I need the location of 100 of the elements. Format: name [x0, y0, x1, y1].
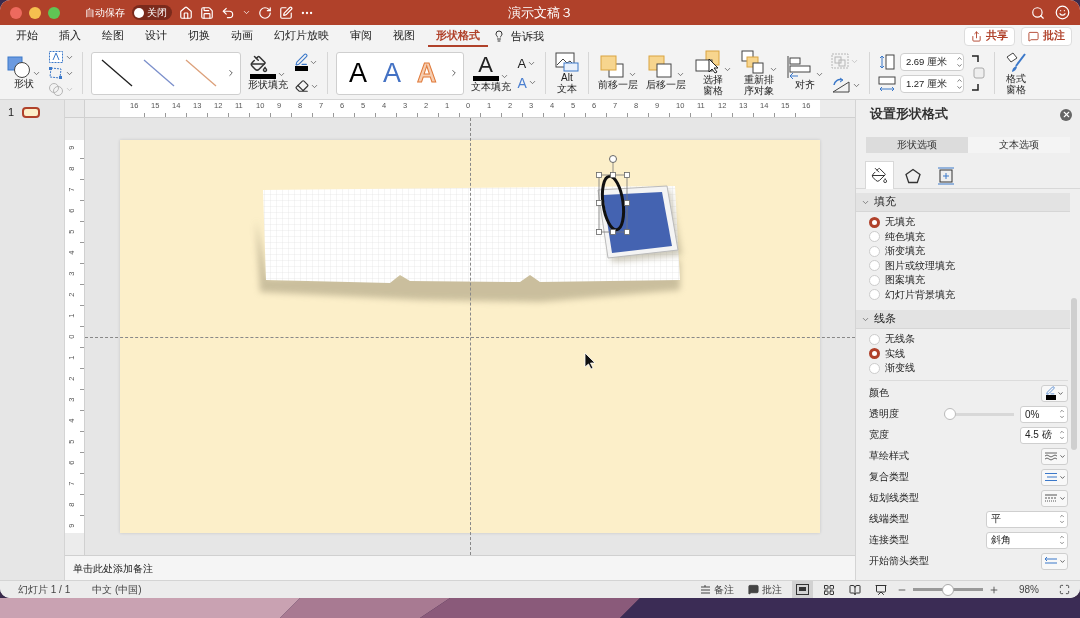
text-outline-button[interactable]: A: [517, 56, 537, 70]
zoom-in-icon[interactable]: [989, 584, 999, 595]
notes-button[interactable]: 备注: [696, 581, 738, 598]
value-field[interactable]: 4.5 磅: [1020, 426, 1068, 444]
size-field[interactable]: 1.27 厘米: [899, 75, 964, 93]
lock-aspect-icon[interactable]: [969, 54, 986, 92]
pen-icon: [1045, 386, 1055, 395]
size-field[interactable]: 2.69 厘米: [899, 53, 964, 71]
decrease-icon[interactable]: [1059, 435, 1065, 441]
shape-tool-button[interactable]: [48, 66, 74, 80]
text-effects-button[interactable]: A: [517, 75, 537, 90]
arrange-button[interactable]: 对齐: [784, 55, 825, 91]
radio-button[interactable]: [869, 348, 880, 360]
home-icon[interactable]: [179, 5, 193, 20]
minimize-window-button[interactable]: [29, 6, 41, 19]
close-window-button[interactable]: [10, 6, 22, 19]
increase-icon: [1059, 513, 1065, 519]
pane-title: 设置形状格式: [870, 106, 948, 123]
share-button[interactable]: 共享: [964, 26, 1015, 46]
arrange-button[interactable]: 选择 窗格: [692, 49, 733, 97]
increase-icon[interactable]: [1059, 429, 1065, 435]
arrange-button[interactable]: 前移一层: [596, 55, 639, 91]
zoom-thumb[interactable]: [942, 583, 954, 596]
view-button[interactable]: [792, 581, 813, 598]
width-icon: [877, 76, 896, 92]
value-field[interactable]: 0%: [1020, 405, 1068, 423]
section-header[interactable]: 线条: [856, 310, 1070, 329]
decrease-icon: [1059, 540, 1065, 546]
option-label: 纯色填充: [885, 229, 925, 244]
format-pane-button[interactable]: 格式 窗格: [1002, 50, 1029, 96]
menu-tab[interactable]: 幻灯片放映: [266, 25, 337, 47]
shape-tool-button[interactable]: [48, 50, 74, 64]
guide-line[interactable]: [85, 337, 855, 338]
alt-text-button[interactable]: Alt 文本: [553, 51, 580, 95]
save-icon[interactable]: [200, 5, 214, 20]
select-field[interactable]: 斜角: [986, 531, 1068, 549]
menu-tab[interactable]: 设计: [137, 25, 175, 47]
autosave-label: 自动保存: [85, 5, 125, 20]
property-label: 草绘样式: [869, 449, 909, 463]
style-dropdown[interactable]: [1041, 552, 1068, 570]
autosave-toggle[interactable]: 关闭: [132, 5, 172, 20]
comments-button[interactable]: 批注: [744, 581, 786, 598]
decrease-icon[interactable]: [955, 84, 963, 91]
property-label: 开始箭头类型: [869, 554, 929, 568]
decrease-icon[interactable]: [1059, 414, 1065, 420]
line-style-option[interactable]: [101, 59, 133, 87]
text-fill-button[interactable]: A 文本填充: [469, 53, 512, 93]
arrange-button[interactable]: 重新排 序对象: [738, 49, 779, 97]
style-dropdown[interactable]: [1041, 468, 1068, 486]
menu-tab[interactable]: 视图: [385, 25, 423, 47]
option-label: 渐变填充: [885, 244, 925, 259]
menu-tab[interactable]: 绘图: [94, 25, 132, 47]
color-picker-button[interactable]: [1041, 384, 1068, 402]
fit-to-window-icon[interactable]: [1059, 584, 1070, 595]
search-icon[interactable]: [1031, 5, 1045, 20]
decrease-icon: [1059, 519, 1065, 525]
increase-icon[interactable]: [955, 77, 963, 84]
redo-icon[interactable]: [258, 5, 272, 20]
menu-tab[interactable]: 动画: [223, 25, 261, 47]
notes-field[interactable]: 单击此处添加备注: [71, 561, 371, 575]
wordart-style-option[interactable]: A: [345, 59, 371, 87]
pane-icon-tab[interactable]: [865, 161, 894, 189]
guide-line[interactable]: [470, 118, 471, 555]
shape-outline-button[interactable]: [295, 53, 319, 71]
shape-effects-button[interactable]: [295, 79, 319, 93]
menu-tab[interactable]: 审阅: [342, 25, 380, 47]
option-label: 幻灯片背景填充: [885, 287, 955, 302]
scrollbar[interactable]: [1071, 298, 1077, 450]
comments-button[interactable]: 批注: [1021, 26, 1072, 46]
wordart-style-option[interactable]: A: [379, 59, 406, 87]
shape-fill-button[interactable]: 形状填充: [247, 55, 289, 91]
more-styles-icon[interactable]: [226, 68, 236, 78]
undo-icon[interactable]: [221, 5, 235, 20]
caret-icon[interactable]: [242, 8, 251, 17]
smiley-icon[interactable]: [1055, 5, 1070, 20]
increase-icon[interactable]: [1059, 408, 1065, 414]
increase-icon[interactable]: [955, 55, 963, 62]
radio-button[interactable]: [869, 216, 880, 228]
zoom-window-button[interactable]: [48, 6, 60, 19]
slide-thumbnail[interactable]: [22, 106, 41, 118]
collage-drawing[interactable]: [256, 155, 682, 302]
style-dropdown[interactable]: [1041, 447, 1068, 465]
tell-me-field[interactable]: 告诉我: [505, 28, 550, 44]
property-label: 复合类型: [869, 470, 909, 484]
option-label: 图案填充: [885, 273, 925, 288]
pane-tab[interactable]: 形状选项: [866, 137, 968, 153]
arrange-button[interactable]: 后移一层: [644, 55, 687, 91]
menu-tab[interactable]: 开始: [8, 25, 46, 47]
style-dropdown[interactable]: [1041, 489, 1068, 507]
close-pane-button[interactable]: [1060, 108, 1072, 121]
shapes-button[interactable]: 形状: [6, 56, 42, 90]
menu-tab[interactable]: 插入: [51, 25, 89, 47]
arrange-tool-button[interactable]: [830, 77, 861, 93]
select-field[interactable]: 平: [986, 510, 1068, 528]
menu-tab[interactable]: 切换: [180, 25, 218, 47]
save-as-icon[interactable]: [279, 5, 293, 20]
slider-thumb[interactable]: [944, 408, 956, 420]
section-header[interactable]: 填充: [856, 193, 1070, 212]
decrease-icon[interactable]: [955, 62, 963, 69]
pane-tab[interactable]: 文本选项: [968, 137, 1070, 153]
